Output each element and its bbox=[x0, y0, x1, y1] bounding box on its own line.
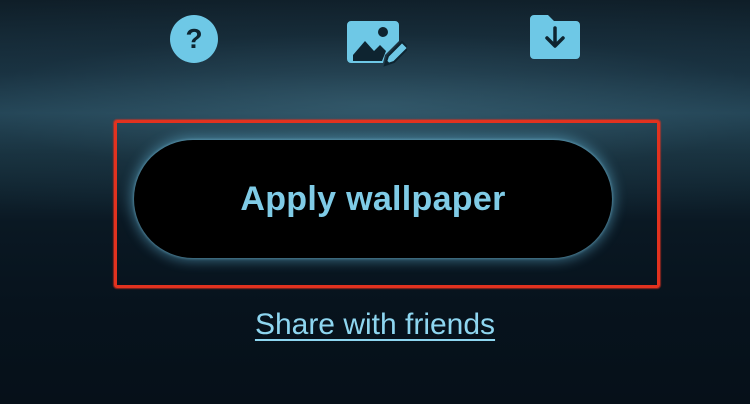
download-folder-icon[interactable] bbox=[528, 13, 582, 61]
share-link-row: Share with friends bbox=[0, 308, 750, 342]
edit-image-icon[interactable] bbox=[347, 17, 407, 71]
top-toolbar: ? bbox=[0, 0, 750, 80]
apply-wallpaper-area: Apply wallpaper bbox=[114, 120, 660, 288]
share-with-friends-link[interactable]: Share with friends bbox=[255, 308, 495, 341]
apply-wallpaper-button[interactable]: Apply wallpaper bbox=[134, 140, 612, 258]
help-icon[interactable]: ? bbox=[169, 14, 219, 64]
svg-text:?: ? bbox=[185, 23, 202, 54]
